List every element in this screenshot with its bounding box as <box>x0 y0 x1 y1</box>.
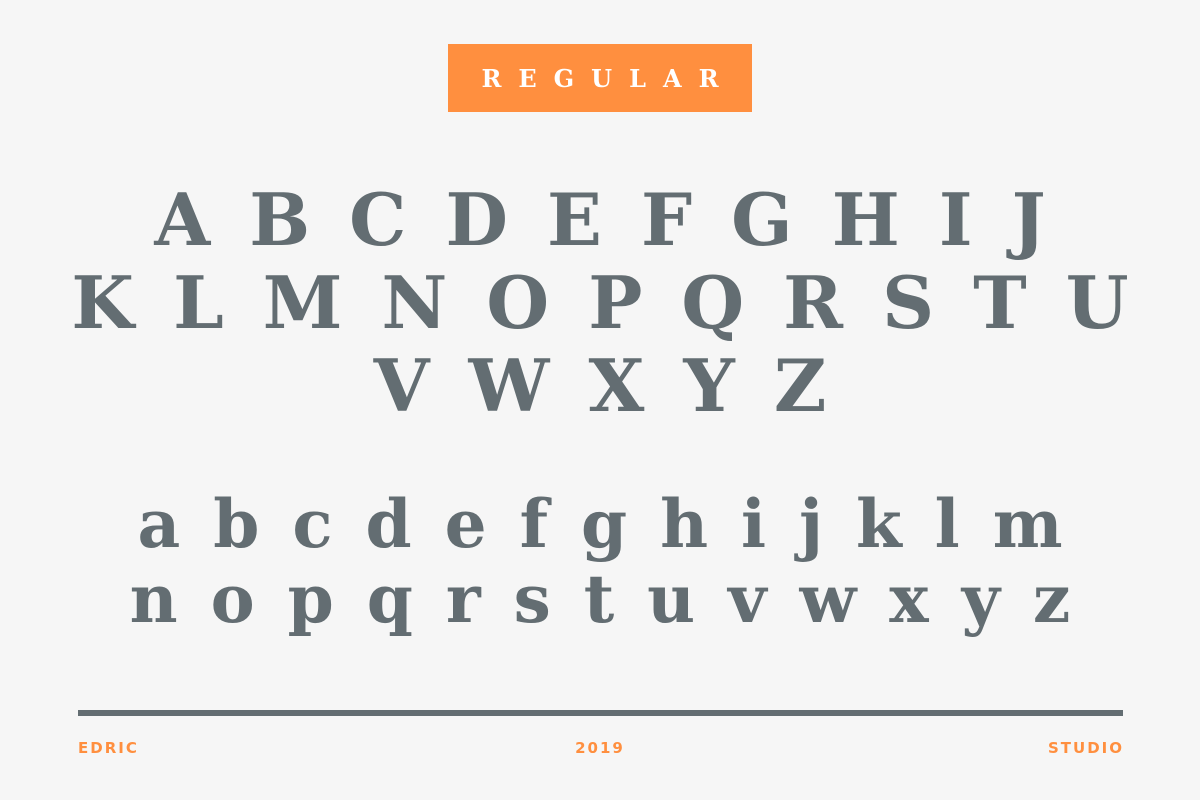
uppercase-row-3: V W X Y Z <box>373 343 827 428</box>
footer-year: 2019 <box>575 739 625 757</box>
uppercase-row-1: A B C D E F G H I J <box>154 177 1046 262</box>
footer-studio: STUDIO <box>1048 739 1124 757</box>
footer-divider <box>78 710 1123 716</box>
style-label: REGULAR <box>481 63 736 93</box>
style-badge: REGULAR <box>448 44 752 112</box>
lowercase-row-1: a b c d e f g h i j k l m <box>137 485 1063 563</box>
lowercase-row-2: n o p q r s t u v w x y z <box>129 560 1071 638</box>
uppercase-row-2: K L M N O P Q R S T U <box>71 260 1129 345</box>
